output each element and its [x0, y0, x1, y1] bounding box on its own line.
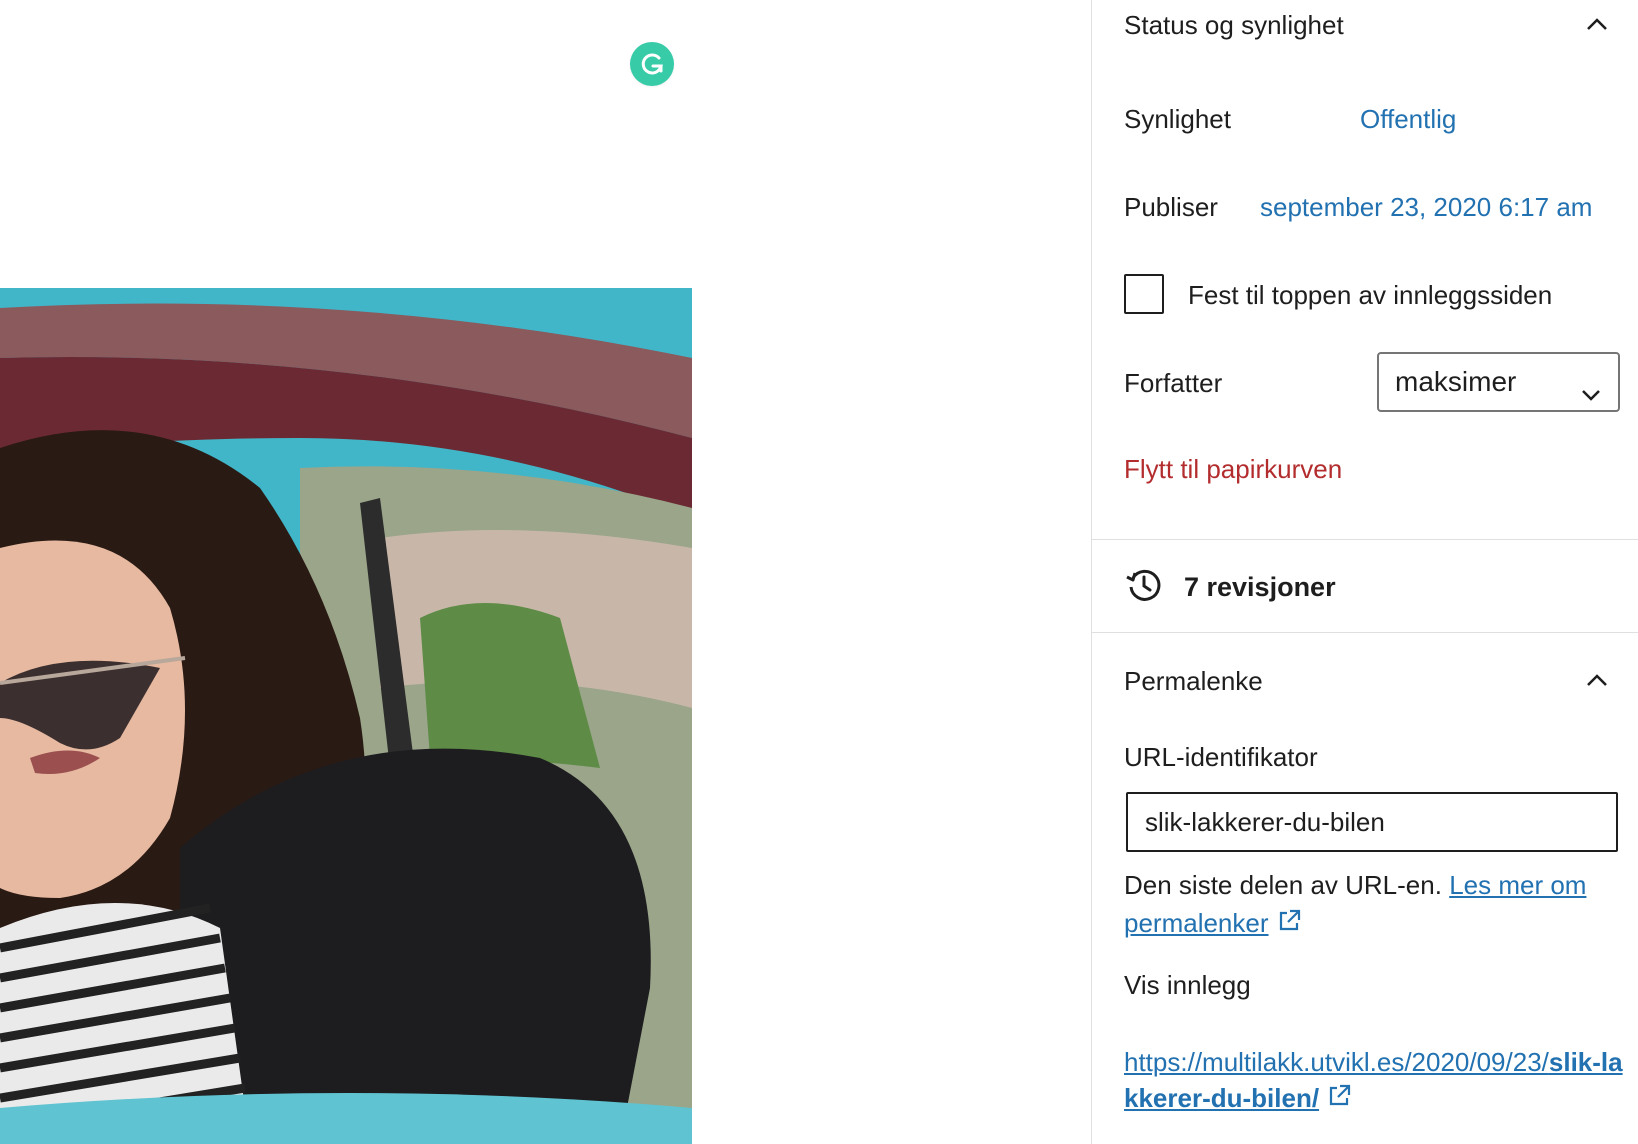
permalink-help: Den siste delen av URL-en. Les mer om pe… [1124, 866, 1624, 945]
revisions-label: 7 revisjoner [1184, 571, 1336, 602]
grammarly-icon[interactable] [630, 42, 674, 86]
visibility-toggle[interactable]: Offentlig [1360, 104, 1456, 135]
publish-date-toggle[interactable]: september 23, 2020 6:17 am [1260, 192, 1592, 223]
slug-input[interactable]: slik-lakkerer-du-bilen [1126, 792, 1618, 852]
external-link-icon [1325, 1082, 1353, 1119]
move-to-trash-button[interactable]: Flytt til papirkurven [1124, 454, 1342, 485]
featured-image[interactable] [0, 288, 692, 1144]
author-select[interactable]: maksimer [1377, 352, 1620, 412]
history-icon [1124, 565, 1164, 610]
revisions-button[interactable]: 7 revisjoner [1124, 562, 1336, 612]
divider [1092, 539, 1638, 540]
author-label: Forfatter [1124, 368, 1223, 398]
sticky-label: Fest til toppen av innleggssiden [1188, 280, 1553, 310]
external-link-icon [1275, 907, 1303, 945]
status-panel-title[interactable]: Status og synlighet [1124, 10, 1344, 41]
chevron-up-icon[interactable] [1582, 666, 1612, 696]
settings-sidebar: Status og synlighet Synlighet Offentlig … [1091, 0, 1638, 1144]
visibility-label: Synlighet [1124, 104, 1231, 134]
post-url-link[interactable]: https://multilakk.utvikl.es/2020/09/23/s… [1124, 1044, 1624, 1119]
author-select-value: maksimer [1395, 366, 1517, 397]
view-post-label: Vis innlegg [1124, 970, 1251, 1000]
permalink-panel-title[interactable]: Permalenke [1124, 666, 1263, 697]
chevron-down-icon [1578, 370, 1604, 401]
sticky-checkbox[interactable] [1124, 274, 1164, 314]
publish-label: Publiser [1124, 192, 1218, 222]
slug-label: URL-identifikator [1124, 742, 1318, 772]
divider [1092, 632, 1638, 633]
help-text: Den siste delen av URL-en. [1124, 870, 1442, 900]
chevron-up-icon[interactable] [1582, 10, 1612, 40]
editor-canvas [0, 0, 1091, 1144]
post-url-prefix[interactable]: https://multilakk.utvikl.es/2020/09/23/ [1124, 1047, 1549, 1077]
